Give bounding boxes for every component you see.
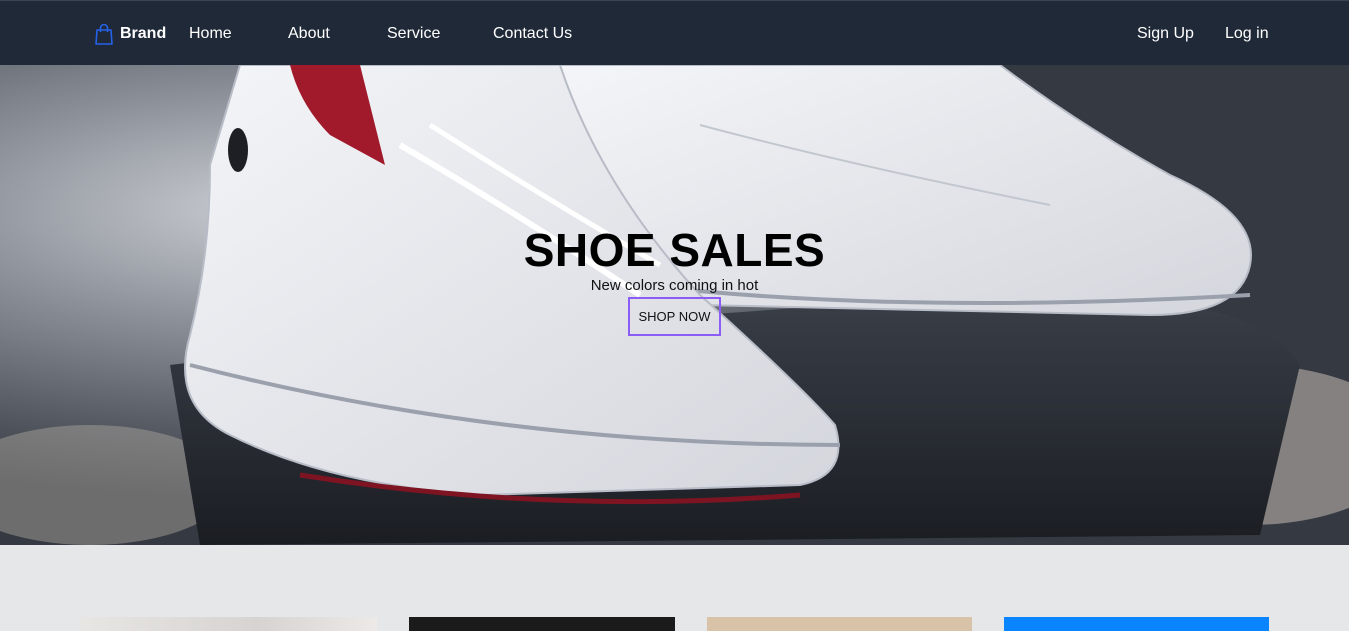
login-link[interactable]: Log in	[1225, 24, 1269, 44]
nav-link-service[interactable]: Service	[387, 24, 440, 44]
product-card-1[interactable]	[80, 617, 377, 631]
hero-title: SHOE SALES	[523, 224, 826, 276]
signup-link[interactable]: Sign Up	[1137, 24, 1194, 44]
product-card-4[interactable]	[1004, 617, 1269, 631]
navbar: Brand Home About Service Contact Us Sign…	[0, 0, 1349, 65]
brand-link[interactable]: Brand	[94, 22, 166, 46]
brand-name: Brand	[120, 25, 167, 42]
nav-link-home[interactable]: Home	[189, 24, 232, 44]
nav-link-contact[interactable]: Contact Us	[493, 24, 572, 44]
nav-link-about[interactable]: About	[288, 24, 330, 44]
hero-banner: SHOE SALES New colors coming in hot SHOP…	[0, 65, 1349, 545]
shopping-bag-icon	[95, 23, 113, 45]
hero-subtitle: New colors coming in hot	[590, 277, 759, 294]
product-card-3[interactable]	[707, 617, 972, 631]
product-card-2[interactable]	[409, 617, 675, 631]
shop-now-button[interactable]: SHOP NOW	[628, 297, 721, 336]
